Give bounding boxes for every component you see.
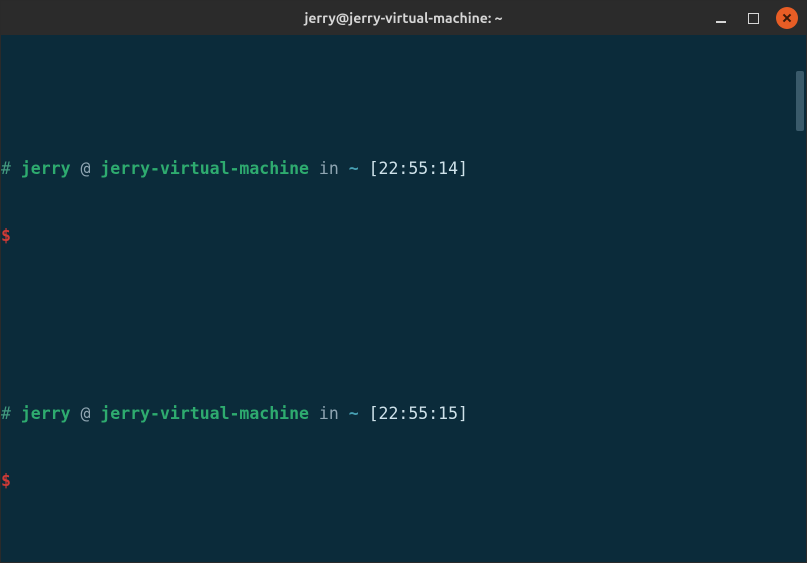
prompt-user: jerry: [21, 159, 71, 178]
window-controls: [712, 1, 798, 35]
prompt-in: in: [319, 159, 339, 178]
prompt-time: [22:55:14]: [369, 159, 468, 178]
prompt-hash: #: [1, 159, 11, 178]
prompt-dollar-line: $: [1, 225, 806, 247]
prompt-dollar: $: [1, 226, 11, 245]
prompt-line: # jerry @ jerry-virtual-machine in ~ [22…: [1, 158, 806, 180]
titlebar[interactable]: jerry@jerry-virtual-machine: ~: [1, 1, 806, 35]
terminal-window: jerry@jerry-virtual-machine: ~ # jerry @…: [0, 0, 807, 563]
prompt-host: jerry-virtual-machine: [100, 159, 309, 178]
minimize-button[interactable]: [712, 9, 730, 27]
maximize-button[interactable]: [744, 9, 762, 27]
terminal-body[interactable]: # jerry @ jerry-virtual-machine in ~ [22…: [1, 35, 806, 562]
prompt-line: # jerry @ jerry-virtual-machine in ~ [22…: [1, 403, 806, 425]
close-button[interactable]: [776, 7, 798, 29]
scrollbar-thumb[interactable]: [796, 71, 804, 131]
prompt-path: ~: [349, 159, 359, 178]
prompt-at: @: [80, 159, 90, 178]
window-title: jerry@jerry-virtual-machine: ~: [304, 10, 502, 26]
prompt-dollar-line: $: [1, 470, 806, 492]
